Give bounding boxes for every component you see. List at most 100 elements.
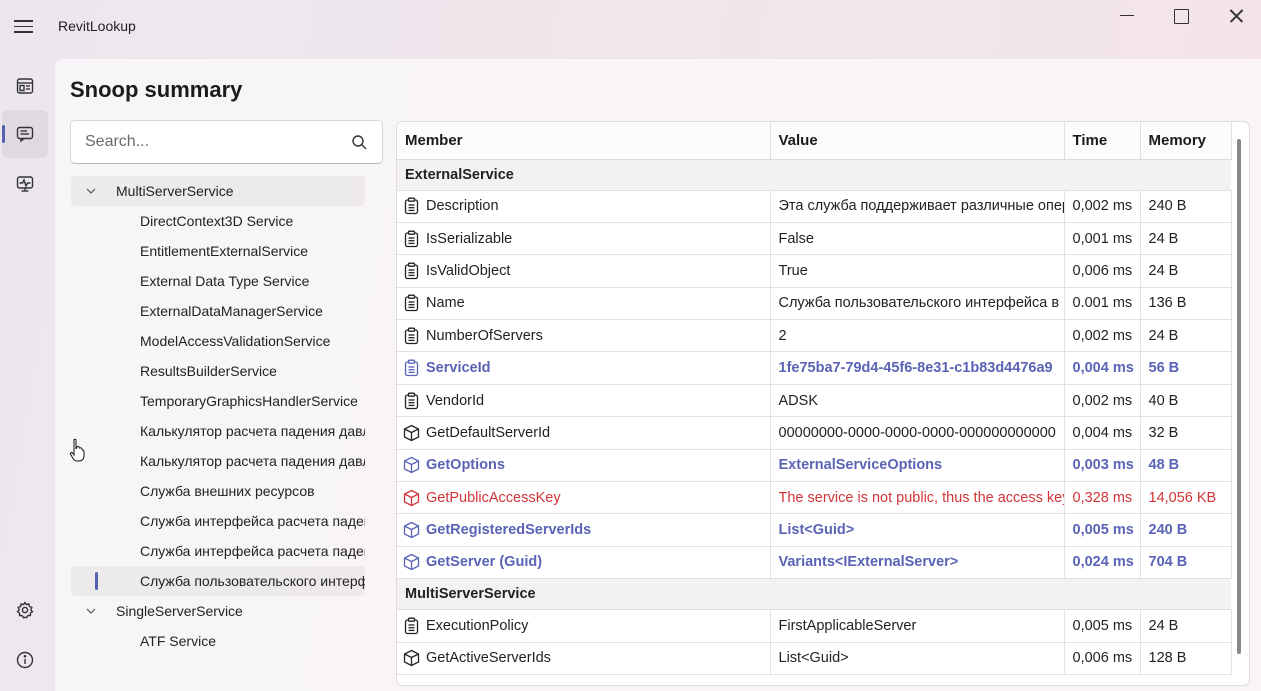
hamburger-menu-icon[interactable] bbox=[12, 16, 36, 38]
tree-item[interactable]: External Data Type Service bbox=[71, 266, 365, 296]
grid-scrollbar[interactable] bbox=[1237, 127, 1243, 685]
table-row[interactable]: GetServer (Guid) Variants<IExternalServer… bbox=[397, 546, 1232, 580]
member-cell[interactable]: VendorId bbox=[397, 384, 771, 418]
member-cell[interactable]: IsSerializable bbox=[397, 222, 771, 256]
tree-item[interactable]: TemporaryGraphicsHandlerService bbox=[71, 386, 365, 416]
tree-item[interactable]: Служба интерфейса расчета падения давлен… bbox=[71, 506, 365, 536]
tree-item[interactable]: Служба внешних ресурсов bbox=[71, 476, 365, 506]
value-cell[interactable]: 2 bbox=[770, 319, 1065, 353]
memory-cell[interactable]: 32 B bbox=[1140, 416, 1232, 450]
column-header-memory[interactable]: Memory bbox=[1140, 122, 1232, 160]
member-cell[interactable]: GetDefaultServerId bbox=[397, 416, 771, 450]
value-cell[interactable]: False bbox=[770, 222, 1065, 256]
table-row[interactable]: GetPublicAccessKey The service is not pub… bbox=[397, 481, 1232, 515]
grid-scrollbar-thumb[interactable] bbox=[1237, 139, 1241, 654]
memory-cell[interactable]: 24 B bbox=[1140, 319, 1232, 353]
table-row[interactable]: ServiceId 1fe75ba7-79d4-45f6-8e31-c1b83d4… bbox=[397, 351, 1232, 385]
nav-snoop-summary-button[interactable] bbox=[2, 110, 48, 158]
member-cell[interactable]: ExecutionPolicy bbox=[397, 609, 771, 643]
maximize-button[interactable] bbox=[1158, 6, 1204, 28]
search-box[interactable] bbox=[70, 120, 383, 164]
member-cell[interactable]: Description bbox=[397, 190, 771, 223]
chevron-down-icon[interactable] bbox=[86, 606, 96, 616]
memory-cell[interactable]: 704 B bbox=[1140, 546, 1232, 580]
memory-cell[interactable]: 24 B bbox=[1140, 254, 1232, 288]
tree-item[interactable]: ATF Service bbox=[71, 626, 365, 656]
tree-item[interactable]: Калькулятор расчета падения давления bbox=[71, 446, 365, 476]
time-cell[interactable]: 0,024 ms bbox=[1064, 546, 1141, 580]
member-cell[interactable]: GetRegisteredServerIds bbox=[397, 513, 771, 547]
value-cell[interactable]: Variants<IExternalServer> bbox=[770, 546, 1065, 580]
memory-cell[interactable]: 128 B bbox=[1140, 642, 1232, 675]
member-cell[interactable]: GetOptions bbox=[397, 449, 771, 483]
table-row[interactable]: ExecutionPolicy FirstApplicableServer 0,00… bbox=[397, 609, 1232, 643]
memory-cell[interactable]: 56 B bbox=[1140, 351, 1232, 385]
group-header-row[interactable]: MultiServerService bbox=[397, 578, 1231, 611]
time-cell[interactable]: 0,001 ms bbox=[1064, 222, 1141, 256]
time-cell[interactable]: 0,004 ms bbox=[1064, 416, 1141, 450]
chevron-down-icon[interactable] bbox=[86, 186, 96, 196]
value-cell[interactable]: Эта служба поддерживает различные операц… bbox=[770, 190, 1065, 223]
memory-cell[interactable]: 240 B bbox=[1140, 513, 1232, 547]
time-cell[interactable]: 0,006 ms bbox=[1064, 254, 1141, 288]
member-cell[interactable]: NumberOfServers bbox=[397, 319, 771, 353]
table-row[interactable]: Description Эта служба поддерживает разли… bbox=[397, 190, 1232, 223]
time-cell[interactable]: 0,004 ms bbox=[1064, 351, 1141, 385]
tree-item[interactable]: Служба пользовательского интерфейса bbox=[71, 566, 365, 596]
table-row[interactable]: IsSerializable False 0,001 ms 24 B bbox=[397, 222, 1232, 256]
close-button[interactable] bbox=[1213, 6, 1259, 28]
time-cell[interactable]: 0,005 ms bbox=[1064, 513, 1141, 547]
tree-item[interactable]: ModelAccessValidationService bbox=[71, 326, 365, 356]
member-cell[interactable]: Name bbox=[397, 287, 771, 321]
table-row[interactable]: VendorId ADSK 0,002 ms 40 B bbox=[397, 384, 1232, 418]
value-cell[interactable]: FirstApplicableServer bbox=[770, 609, 1065, 643]
time-cell[interactable]: 0,002 ms bbox=[1064, 319, 1141, 353]
table-row[interactable]: GetRegisteredServerIds List<Guid> 0,005 ms… bbox=[397, 513, 1232, 547]
tree-group[interactable]: SingleServerService bbox=[71, 596, 365, 626]
table-row[interactable]: IsValidObject True 0,006 ms 24 B bbox=[397, 254, 1232, 288]
tree-item[interactable]: Служба интерфейса расчета падения давлен… bbox=[71, 536, 365, 566]
time-cell[interactable]: 0,328 ms bbox=[1064, 481, 1141, 515]
member-cell[interactable]: GetServer (Guid) bbox=[397, 546, 771, 580]
member-cell[interactable]: IsValidObject bbox=[397, 254, 771, 288]
tree-item[interactable]: ResultsBuilderService bbox=[71, 356, 365, 386]
table-row[interactable]: NumberOfServers 2 0,002 ms 24 B bbox=[397, 319, 1232, 353]
table-row[interactable]: Name Служба пользовательского интерфейса … bbox=[397, 287, 1232, 321]
group-header-row[interactable]: ExternalService bbox=[397, 159, 1231, 191]
time-cell[interactable]: 0,002 ms bbox=[1064, 190, 1141, 223]
table-row[interactable]: GetActiveServerIds List<Guid> 0,006 ms 128 … bbox=[397, 642, 1232, 675]
value-cell[interactable]: The service is not public, thus the acce… bbox=[770, 481, 1065, 515]
tree-item[interactable]: Калькулятор расчета падения давления bbox=[71, 416, 365, 446]
member-cell[interactable]: GetPublicAccessKey bbox=[397, 481, 771, 515]
nav-settings-button[interactable] bbox=[2, 586, 48, 634]
memory-cell[interactable]: 40 B bbox=[1140, 384, 1232, 418]
minimize-button[interactable] bbox=[1104, 6, 1150, 28]
value-cell[interactable]: ExternalServiceOptions bbox=[770, 449, 1065, 483]
memory-cell[interactable]: 24 B bbox=[1140, 609, 1232, 643]
tree-item[interactable]: DirectContext3D Service bbox=[71, 206, 365, 236]
value-cell[interactable]: Служба пользовательского интерфейса в bbox=[770, 287, 1065, 321]
memory-cell[interactable]: 240 B bbox=[1140, 190, 1232, 223]
memory-cell[interactable]: 136 B bbox=[1140, 287, 1232, 321]
column-header-time[interactable]: Time bbox=[1064, 122, 1141, 160]
time-cell[interactable]: 0,002 ms bbox=[1064, 384, 1141, 418]
time-cell[interactable]: 0,006 ms bbox=[1064, 642, 1141, 675]
column-header-member[interactable]: Member bbox=[397, 122, 771, 160]
memory-cell[interactable]: 14,056 KB bbox=[1140, 481, 1232, 515]
tree-item[interactable]: ExternalDataManagerService bbox=[71, 296, 365, 326]
tree-group[interactable]: MultiServerService bbox=[71, 176, 365, 206]
column-header-value[interactable]: Value bbox=[770, 122, 1065, 160]
nav-dashboard-button[interactable] bbox=[2, 62, 48, 110]
value-cell[interactable]: 00000000-0000-0000-0000-000000000000 bbox=[770, 416, 1065, 450]
value-cell[interactable]: List<Guid> bbox=[770, 642, 1065, 675]
memory-cell[interactable]: 24 B bbox=[1140, 222, 1232, 256]
value-cell[interactable]: True bbox=[770, 254, 1065, 288]
nav-about-button[interactable] bbox=[2, 636, 48, 684]
memory-cell[interactable]: 48 B bbox=[1140, 449, 1232, 483]
value-cell[interactable]: List<Guid> bbox=[770, 513, 1065, 547]
time-cell[interactable]: 0,003 ms bbox=[1064, 449, 1141, 483]
search-input[interactable] bbox=[71, 121, 341, 163]
member-cell[interactable]: GetActiveServerIds bbox=[397, 642, 771, 675]
tree-item[interactable]: EntitlementExternalService bbox=[71, 236, 365, 266]
table-row[interactable]: GetDefaultServerId 00000000-0000-0000-000… bbox=[397, 416, 1232, 450]
